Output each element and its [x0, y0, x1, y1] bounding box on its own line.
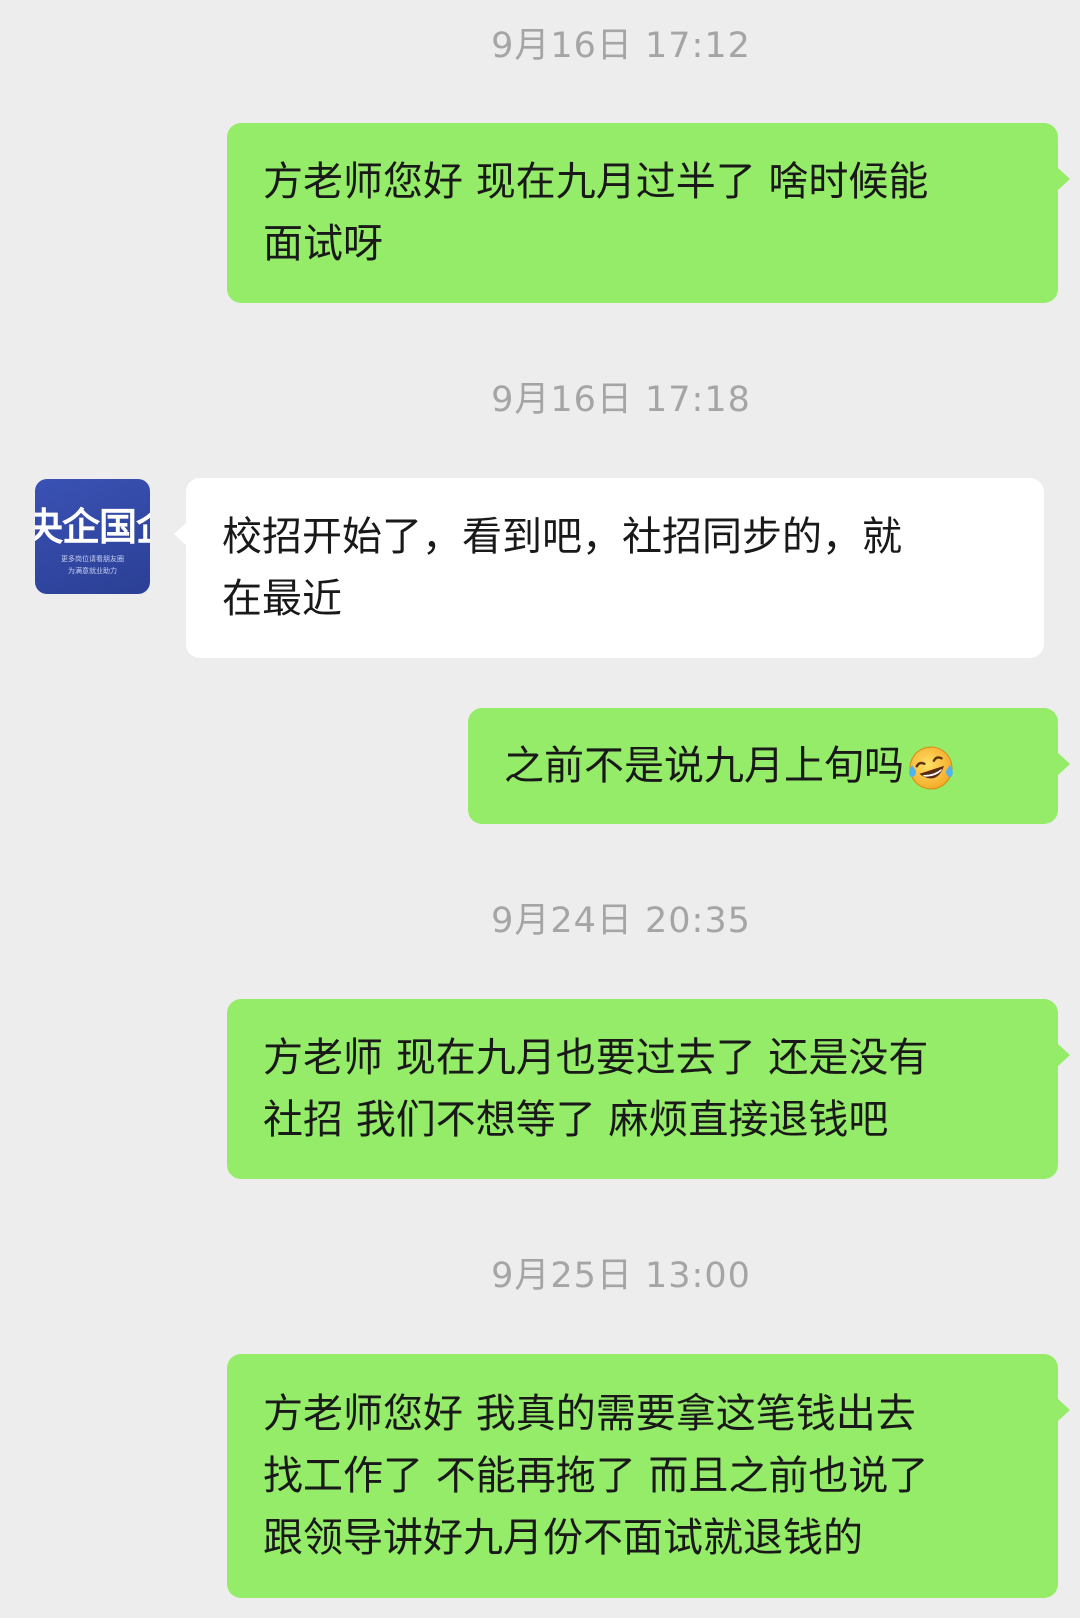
message-text: 跟领导讲好九月份不面试就退钱的	[263, 1515, 863, 1561]
avatar-subtitle: 更多岗位请看朋友圈	[61, 555, 124, 563]
contact-avatar[interactable]: 央企国企 更多岗位请看朋友圈 为满意就业助力	[35, 479, 150, 594]
message-text: 面试呀	[263, 221, 383, 267]
message-bubble-outgoing[interactable]: 方老师您好 我真的需要拿这笔钱出去 找工作了 不能再拖了 而且之前也说了 跟领导…	[227, 1354, 1070, 1598]
message-text: 方老师您好 我真的需要拿这笔钱出去	[263, 1391, 916, 1437]
message-bubble-outgoing[interactable]: 方老师您好 现在九月过半了 啥时候能 面试呀	[227, 123, 1070, 303]
message-text: 在最近	[222, 576, 342, 622]
message-bubble-outgoing[interactable]: 之前不是说九月上旬吗	[468, 708, 1070, 824]
message-bubble-incoming[interactable]: 校招开始了，看到吧，社招同步的，就 在最近	[174, 478, 1044, 658]
message-text: 找工作了 不能再拖了 而且之前也说了	[263, 1453, 929, 1499]
message-text: 方老师您好 现在九月过半了 啥时候能	[263, 159, 929, 205]
laughing-crying-emoji-icon	[909, 746, 953, 790]
message-text: 之前不是说九月上旬吗	[504, 735, 1024, 797]
timestamp: 9月24日 20:35	[491, 901, 751, 941]
avatar-logo-text: 央企国企	[35, 505, 150, 549]
message-text: 方老师 现在九月也要过去了 还是没有	[263, 1035, 929, 1081]
timestamp: 9月16日 17:18	[491, 380, 751, 420]
timestamp: 9月25日 13:00	[491, 1256, 751, 1296]
message-text: 校招开始了，看到吧，社招同步的，就	[222, 514, 902, 560]
timestamp: 9月16日 17:12	[491, 26, 751, 66]
avatar-subtitle: 为满意就业助力	[68, 567, 117, 575]
message-bubble-outgoing[interactable]: 方老师 现在九月也要过去了 还是没有 社招 我们不想等了 麻烦直接退钱吧	[227, 999, 1070, 1179]
message-text: 社招 我们不想等了 麻烦直接退钱吧	[263, 1097, 889, 1143]
